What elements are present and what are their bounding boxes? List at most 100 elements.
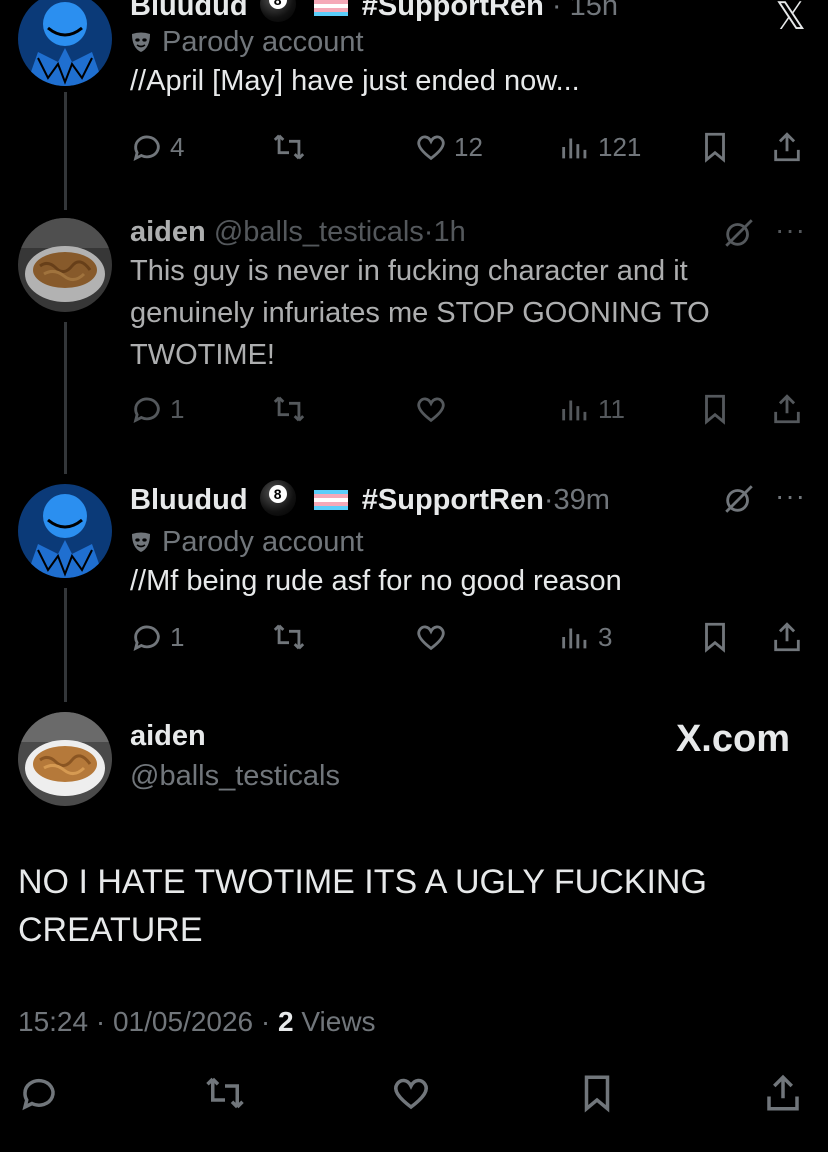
share-button[interactable] xyxy=(770,620,804,654)
reply-icon xyxy=(133,397,160,423)
retweet-button[interactable] xyxy=(272,392,306,426)
tweet-text: //Mf being rude asf for no good reason xyxy=(130,565,622,597)
parody-text: Parody account xyxy=(162,526,364,558)
share-button[interactable] xyxy=(770,130,804,164)
views-icon xyxy=(562,400,587,421)
dot-separator: · xyxy=(260,1006,271,1037)
tweet-actions: 1 3 xyxy=(130,620,810,660)
like-count: 12 xyxy=(454,131,483,162)
reply-count: 1 xyxy=(170,393,185,424)
share-icon xyxy=(774,132,800,162)
grok-icon[interactable] xyxy=(722,216,756,255)
share-button[interactable] xyxy=(762,1072,804,1114)
display-name[interactable]: aiden xyxy=(130,216,206,248)
bookmark-icon xyxy=(584,1075,610,1113)
main-avatar[interactable] xyxy=(18,712,112,806)
bookmark-icon xyxy=(705,622,725,653)
timestamp[interactable]: 39m xyxy=(554,484,610,516)
tweet-header: Bluudud #SupportRen·39m xyxy=(130,480,798,518)
reply-icon xyxy=(133,135,160,161)
hashtag[interactable]: #SupportRen xyxy=(362,0,544,22)
share-button[interactable] xyxy=(770,392,804,426)
eight-ball-badge xyxy=(259,480,296,516)
brand-label: X.com xyxy=(675,718,790,760)
reply-count: 1 xyxy=(170,621,185,652)
avatar[interactable] xyxy=(18,218,112,312)
reply-button[interactable]: 4 xyxy=(130,130,184,164)
tweet[interactable]: aiden @balls_testicals·1h This guy is ne… xyxy=(0,210,828,450)
reply-button[interactable] xyxy=(18,1072,60,1114)
tweet-meta: 15:24 · 01/05/2026 · 2 Views xyxy=(18,1006,376,1038)
main-tweet-text: NO I HATE TWOTIME ITS A UGLY FUCKING CRE… xyxy=(18,863,707,949)
parody-text: Parody account xyxy=(162,26,364,58)
reply-icon xyxy=(22,1078,55,1111)
tweet-text: This guy is never in fucking character a… xyxy=(130,255,710,371)
views-count: 11 xyxy=(598,393,625,424)
timestamp[interactable]: 1h xyxy=(433,216,465,248)
more-dots-icon[interactable]: ··· xyxy=(775,480,806,512)
tweet-header: Bluudud #SupportRen · 15h xyxy=(130,0,798,24)
bookmark-button[interactable] xyxy=(698,130,732,164)
like-button[interactable] xyxy=(390,1072,432,1114)
display-name[interactable]: Bluudud xyxy=(130,0,248,22)
retweet-icon xyxy=(206,1077,244,1109)
reply-button[interactable]: 1 xyxy=(130,392,184,426)
dot-separator: · xyxy=(95,1006,106,1037)
bookmark-button[interactable] xyxy=(698,620,732,654)
grok-icon[interactable] xyxy=(722,482,756,521)
heart-icon xyxy=(417,397,445,423)
avatar[interactable] xyxy=(18,0,112,86)
share-icon xyxy=(774,622,800,652)
views-count: 3 xyxy=(598,621,613,652)
share-icon xyxy=(767,1074,799,1111)
more-dots-icon[interactable]: ··· xyxy=(775,214,806,246)
mask-icon xyxy=(132,32,150,52)
main-time[interactable]: 15:24 xyxy=(18,1006,88,1037)
retweet-button[interactable] xyxy=(272,130,306,164)
main-date[interactable]: 01/05/2026 xyxy=(113,1006,253,1037)
main-author: aiden @balls_testicals xyxy=(130,718,340,794)
tweet[interactable]: Bluudud #SupportRen·39m Parody account /… xyxy=(0,476,828,676)
bookmark-button[interactable] xyxy=(576,1072,618,1114)
main-display-name[interactable]: aiden xyxy=(130,718,340,754)
like-button[interactable]: 12 xyxy=(414,130,483,164)
views-count: 121 xyxy=(598,131,642,162)
tweet-text: //April [May] have just ended now... xyxy=(130,65,580,97)
like-button[interactable] xyxy=(414,620,448,654)
heart-icon xyxy=(417,625,445,651)
dot-separator: · xyxy=(423,216,434,248)
views-button[interactable]: 121 xyxy=(558,130,641,164)
views-icon xyxy=(562,138,587,159)
reply-icon xyxy=(133,625,160,651)
trans-flag-icon xyxy=(313,490,348,510)
eight-ball-badge xyxy=(259,0,296,22)
display-name[interactable]: aiden xyxy=(130,720,206,752)
dot-separator: · xyxy=(551,0,562,22)
timestamp[interactable]: 15h xyxy=(570,0,618,22)
handle[interactable]: @balls_testicals xyxy=(214,216,424,248)
views-label: Views xyxy=(301,1006,376,1037)
mask-icon xyxy=(132,532,150,552)
tweet[interactable]: Bluudud #SupportRen · 15h Parody account… xyxy=(0,0,828,200)
tweet-header: aiden @balls_testicals·1h xyxy=(130,214,798,250)
reply-count: 4 xyxy=(170,131,185,162)
reply-button[interactable]: 1 xyxy=(130,620,184,654)
avatar[interactable] xyxy=(18,484,112,578)
like-button[interactable] xyxy=(414,392,448,426)
parody-label: Parody account xyxy=(130,524,798,560)
tweet-actions: 4 12 121 xyxy=(130,130,810,170)
views-button[interactable]: 3 xyxy=(558,620,612,654)
bookmark-button[interactable] xyxy=(698,392,732,426)
parody-label: Parody account xyxy=(130,24,798,60)
hashtag[interactable]: #SupportRen xyxy=(362,484,544,516)
retweet-icon xyxy=(273,624,305,650)
retweet-button[interactable] xyxy=(204,1072,246,1114)
dot-separator: · xyxy=(543,484,554,516)
retweet-button[interactable] xyxy=(272,620,306,654)
display-name[interactable]: Bluudud xyxy=(130,484,248,516)
x-logo[interactable]: 𝕏 xyxy=(775,0,806,39)
views-button[interactable]: 11 xyxy=(558,392,625,426)
main-handle[interactable]: @balls_testicals xyxy=(130,758,340,794)
tweet-actions: 1 11 xyxy=(130,392,810,432)
bookmark-icon xyxy=(705,394,725,425)
